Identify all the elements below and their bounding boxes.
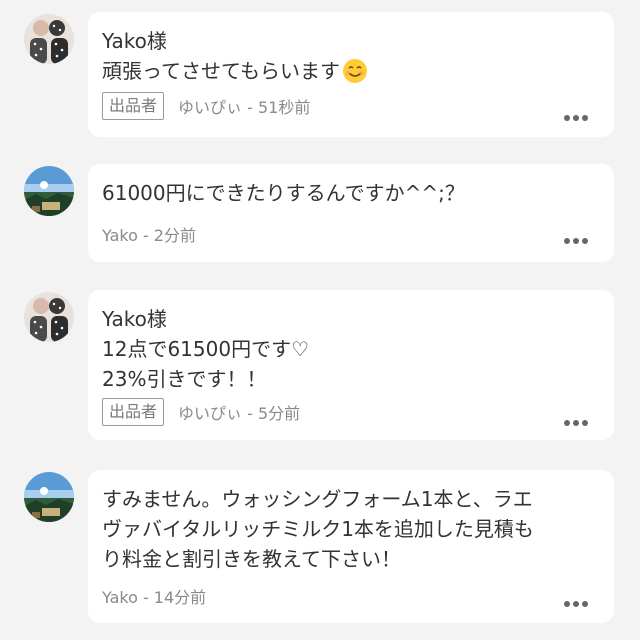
dot-icon	[573, 115, 579, 121]
comment-body: 12点で61500円です♡ 23%引きです！！	[102, 337, 310, 391]
buyer-avatar[interactable]	[24, 166, 74, 216]
more-options-button[interactable]	[564, 238, 588, 244]
comment-item: Yako様 12点で61500円です♡ 23%引きです！！ 出品者 ゆいぴぃ -…	[0, 290, 640, 440]
comment-bubble: すみません。ウォッシングフォーム1本と、ラエ ヴァバイタルリッチミルク1本を追加…	[88, 470, 614, 623]
comment-meta: Yako - 14分前	[102, 584, 206, 608]
dot-icon	[573, 420, 579, 426]
dot-icon	[573, 601, 579, 607]
comment-author-time: Yako - 14分前	[102, 588, 207, 607]
dot-icon	[582, 115, 588, 121]
comment-greeting: Yako様	[102, 29, 167, 53]
comment-bubble: 61000円にできたりするんですか^^;？ Yako - 2分前	[88, 164, 614, 262]
comment-body: 頑張ってさせてもらいます	[102, 56, 600, 86]
comment-item: すみません。ウォッシングフォーム1本と、ラエ ヴァバイタルリッチミルク1本を追加…	[0, 470, 640, 623]
buyer-avatar[interactable]	[24, 472, 74, 522]
seller-avatar[interactable]	[24, 14, 74, 64]
comment-bubble: Yako様 頑張ってさせてもらいます 出品者 ゆいぴぃ - 51秒前	[88, 12, 614, 137]
more-options-button[interactable]	[564, 115, 588, 121]
seller-badge: 出品者	[102, 92, 165, 120]
comment-bubble: Yako様 12点で61500円です♡ 23%引きです！！ 出品者 ゆいぴぃ -…	[88, 290, 614, 440]
more-options-button[interactable]	[564, 601, 588, 607]
dot-icon	[582, 420, 588, 426]
comment-meta: Yako - 2分前	[102, 222, 196, 246]
comment-author-time: Yako - 2分前	[102, 226, 196, 245]
comment-body-text: 頑張ってさせてもらいます	[102, 59, 340, 83]
comment-author-time: ゆいぴぃ - 51秒前	[178, 98, 311, 117]
seller-avatar[interactable]	[24, 292, 74, 342]
seller-badge: 出品者	[102, 398, 165, 426]
comment-item: 61000円にできたりするんですか^^;？ Yako - 2分前	[0, 164, 640, 262]
dot-icon	[564, 601, 570, 607]
dot-icon	[582, 238, 588, 244]
comment-body: 61000円にできたりするんですか^^;？	[102, 181, 465, 205]
smiling-face-icon	[343, 59, 367, 83]
comment-item: Yako様 頑張ってさせてもらいます 出品者 ゆいぴぃ - 51秒前	[0, 12, 640, 137]
dot-icon	[564, 238, 570, 244]
comment-meta: 出品者 ゆいぴぃ - 51秒前	[102, 92, 310, 120]
dot-icon	[564, 420, 570, 426]
dot-icon	[564, 115, 570, 121]
dot-icon	[582, 601, 588, 607]
comment-greeting: Yako様	[102, 307, 167, 331]
comment-author-time: ゆいぴぃ - 5分前	[178, 404, 301, 423]
comment-meta: 出品者 ゆいぴぃ - 5分前	[102, 398, 300, 426]
dot-icon	[573, 238, 579, 244]
comment-body: すみません。ウォッシングフォーム1本と、ラエ ヴァバイタルリッチミルク1本を追加…	[102, 487, 534, 571]
more-options-button[interactable]	[564, 420, 588, 426]
